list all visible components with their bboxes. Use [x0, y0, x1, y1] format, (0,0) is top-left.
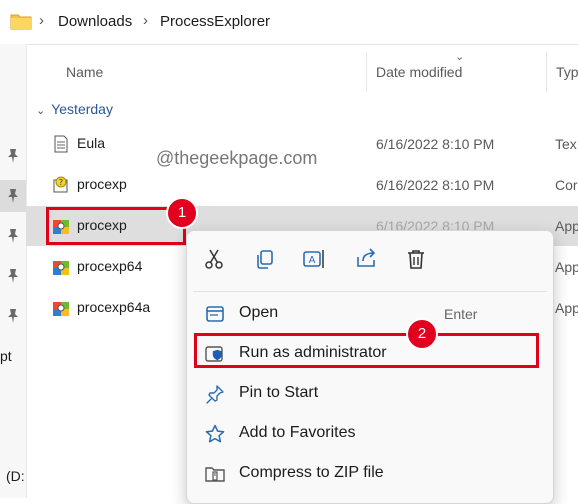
column-header-type[interactable]: Typ: [556, 64, 578, 80]
cut-icon[interactable]: [202, 247, 226, 271]
file-type: App: [555, 218, 578, 234]
nav-item-label[interactable]: pt: [0, 348, 12, 364]
file-type: Tex: [555, 136, 577, 152]
file-name: procexp64: [77, 258, 143, 274]
share-icon[interactable]: [354, 247, 378, 271]
folder-icon: [10, 14, 32, 30]
file-name: procexp64a: [77, 299, 151, 315]
group-label: Yesterday: [51, 101, 113, 117]
pin-icon: [8, 189, 18, 203]
file-date: 6/16/2022 8:10 PM: [376, 136, 495, 152]
menu-item-pin-to-start[interactable]: Pin to Start: [195, 375, 545, 411]
zip-icon: [205, 467, 225, 482]
annotation-box: [46, 207, 186, 245]
star-icon: [205, 424, 225, 443]
file-name: Eula: [77, 135, 106, 151]
file-date: 6/16/2022 8:10 PM: [376, 177, 495, 193]
svg-text:?: ?: [59, 178, 63, 187]
annotation-box: [194, 333, 539, 368]
file-name: procexp: [77, 176, 127, 192]
nav-item-selected[interactable]: [0, 180, 26, 212]
annotation-badge: 2: [406, 318, 438, 350]
chevron-down-icon: ⌄: [36, 105, 46, 117]
menu-item-label: Open: [239, 304, 279, 321]
pin-icon[interactable]: [6, 228, 20, 244]
pin-icon: [206, 385, 224, 404]
menu-divider: [193, 291, 547, 292]
file-row[interactable]: ? procexp 6/16/2022 8:10 PM Cor: [26, 165, 578, 205]
menu-item-open[interactable]: Open Enter: [195, 295, 545, 331]
copy-icon[interactable]: [253, 247, 277, 271]
pin-icon[interactable]: [6, 148, 20, 164]
nav-item-label[interactable]: (D:: [6, 468, 25, 484]
menu-item-label: Add to Favorites: [239, 424, 356, 441]
app-icon: [53, 302, 69, 316]
navigation-pane: pt (D:: [0, 44, 27, 498]
file-type: Cor: [555, 177, 578, 193]
annotation-badge: 1: [166, 197, 198, 229]
file-type: App: [555, 259, 578, 275]
svg-text:A: A: [309, 255, 316, 266]
menu-item-label: Pin to Start: [239, 384, 319, 401]
breadcrumb-separator[interactable]: ›: [143, 12, 148, 29]
sort-chevron-icon: ⌄: [455, 51, 465, 63]
open-icon: [206, 306, 224, 322]
breadcrumb-processexplorer[interactable]: ProcessExplorer: [160, 13, 270, 30]
help-file-icon: ?: [53, 176, 68, 193]
column-header-name[interactable]: Name: [66, 64, 103, 80]
delete-icon[interactable]: [404, 247, 428, 271]
rename-icon[interactable]: A: [302, 247, 326, 271]
text-file-icon: [54, 135, 68, 153]
menu-item-add-to-favorites[interactable]: Add to Favorites: [195, 415, 545, 451]
address-bar[interactable]: › Downloads › ProcessExplorer: [0, 0, 578, 45]
column-divider[interactable]: [366, 52, 367, 92]
menu-item-compress-to-zip[interactable]: Compress to ZIP file: [195, 455, 545, 491]
group-header-yesterday[interactable]: ⌄ Yesterday: [36, 101, 113, 117]
app-icon: [53, 261, 69, 275]
column-divider[interactable]: [546, 52, 547, 92]
pin-icon[interactable]: [6, 268, 20, 284]
file-type: App: [555, 300, 578, 316]
menu-item-label: Compress to ZIP file: [239, 464, 384, 481]
pin-icon[interactable]: [6, 308, 20, 324]
breadcrumb-downloads[interactable]: Downloads: [58, 13, 132, 30]
menu-item-shortcut: Enter: [444, 306, 478, 322]
breadcrumb-separator[interactable]: ›: [39, 12, 44, 29]
column-header-date-modified[interactable]: Date modified: [376, 64, 462, 80]
watermark: @thegeekpage.com: [156, 148, 318, 168]
